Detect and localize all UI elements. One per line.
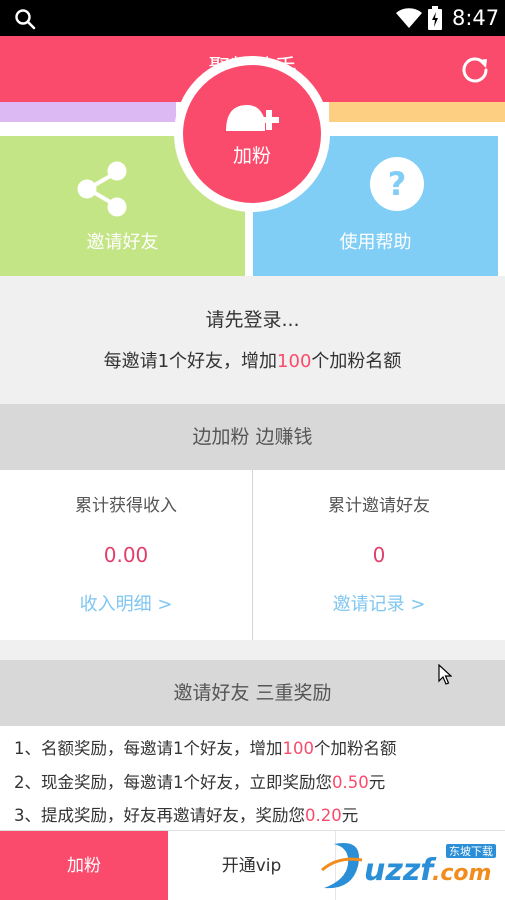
reward-item-cash: 2、现金奖励，每邀请1个好友，立即奖励您0.50元 <box>14 770 385 796</box>
invites-label: 累计邀请好友 <box>328 496 430 516</box>
reward-count: 100 <box>277 351 312 372</box>
mouse-cursor-icon <box>438 664 452 685</box>
reward-item-quota: 1、名额奖励，每邀请1个好友，增加100个加粉名额 <box>14 736 397 762</box>
stats-panel: 累计获得收入 0.00 收入明细 > 累计邀请好友 0 邀请记录 > <box>0 470 505 640</box>
reward-suffix: 个加粉名额 <box>311 351 402 372</box>
help-label: 使用帮助 <box>339 232 412 253</box>
invites-value: 0 <box>372 543 386 567</box>
add-fans-label: 加粉 <box>232 145 271 167</box>
uzzf-watermark-logo: uzzf .com 东坡下载 <box>321 842 496 889</box>
decor-strip-orange <box>329 102 505 122</box>
svg-text:uzzf: uzzf <box>364 853 437 888</box>
rule-text: 元 <box>368 773 386 792</box>
rule-highlight: 0.50 <box>332 773 369 792</box>
wifi-icon <box>396 8 422 28</box>
invite-reward-text: 每邀请1个好友，增加100个加粉名额 <box>0 348 505 376</box>
svg-text:?: ? <box>388 165 407 203</box>
rewards-list: 1、名额奖励，每邀请1个好友，增加100个加粉名额 2、现金奖励，每邀请1个好友… <box>0 726 505 830</box>
income-label: 累计获得收入 <box>75 496 177 516</box>
rule-highlight: 100 <box>282 739 315 758</box>
login-prompt[interactable]: 请先登录... <box>0 306 505 334</box>
decor-strip-purple <box>0 102 176 122</box>
rule-text: 个加粉名额 <box>314 739 397 758</box>
reward-prefix: 每邀请1个好友，增加 <box>103 351 278 372</box>
svg-text:.com: .com <box>432 861 491 886</box>
rule-text: 元 <box>341 806 359 825</box>
login-notice: 请先登录... 每邀请1个好友，增加100个加粉名额 <box>0 276 505 404</box>
search-icon[interactable] <box>14 8 36 30</box>
refresh-icon[interactable] <box>458 53 492 87</box>
add-fans-button[interactable]: 加粉 <box>183 65 321 203</box>
rule-text: 1、名额奖励，每邀请1个好友，增加 <box>14 739 283 758</box>
tab-open-vip[interactable]: 开通vip <box>168 831 336 900</box>
tab-add-fans[interactable]: 加粉 <box>0 831 168 900</box>
add-user-icon <box>226 105 279 131</box>
invite-record-link[interactable]: 邀请记录 > <box>253 591 505 619</box>
clock: 8:47 <box>452 6 500 30</box>
income-detail-link[interactable]: 收入明细 > <box>0 591 252 619</box>
reward-item-commission: 3、提成奖励，好友再邀请好友，奖励您0.20元 <box>14 803 358 829</box>
svg-text:东坡下载: 东坡下载 <box>449 845 493 858</box>
invite-friends-label: 邀请好友 <box>86 232 159 253</box>
income-stat: 累计获得收入 0.00 收入明细 > <box>0 470 252 640</box>
rule-text: 2、现金奖励，每邀请1个好友，立即奖励您 <box>14 773 332 792</box>
earn-section-header: 边加粉 边赚钱 <box>0 404 505 470</box>
income-value: 0.00 <box>103 543 149 567</box>
share-icon <box>77 161 127 217</box>
status-bar: 8:47 <box>0 0 505 36</box>
section-gap <box>0 640 505 660</box>
question-icon: ? <box>370 157 424 211</box>
rewards-section-header: 邀请好友 三重奖励 <box>0 660 505 726</box>
battery-icon <box>428 6 442 30</box>
rule-text: 3、提成奖励，好友再邀请好友，奖励您 <box>14 806 305 825</box>
invites-stat: 累计邀请好友 0 邀请记录 > <box>253 470 505 640</box>
rule-highlight: 0.20 <box>305 806 342 825</box>
